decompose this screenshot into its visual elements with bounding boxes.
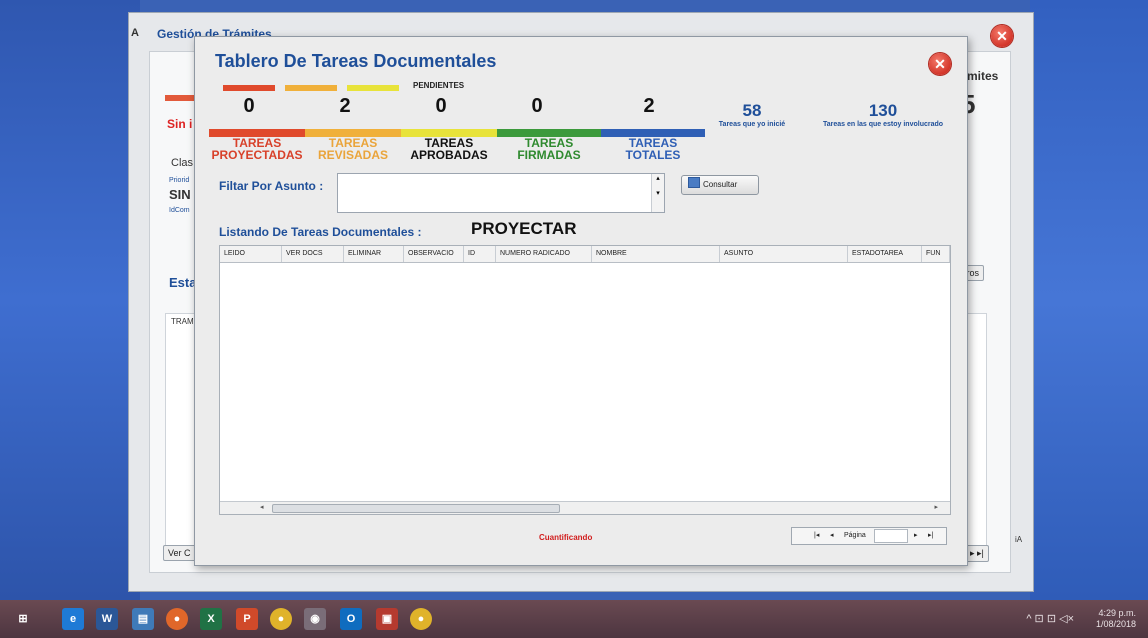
- filter-scrollbar[interactable]: ▴ ▾: [651, 174, 664, 212]
- pager-last-button[interactable]: ▸|: [928, 528, 933, 544]
- tasks-grid[interactable]: LEIDO VER DOCS ELIMINAR OBSERVACIO ID NU…: [219, 245, 951, 515]
- pending-bar-orange: [285, 85, 337, 91]
- back-frag-clas: Clas: [171, 157, 194, 169]
- col-eliminar[interactable]: ELIMINAR: [344, 246, 404, 262]
- desktop-background-left: [0, 0, 140, 600]
- counter-totales: 2: [643, 95, 655, 117]
- task-dashboard-modal: Tablero De Tareas Documentales ✕ PENDIEN…: [194, 36, 968, 566]
- back-pager-next-button[interactable]: ▸ ▸|: [965, 545, 989, 562]
- col-id[interactable]: ID: [464, 246, 496, 262]
- label-totales[interactable]: TAREAS TOTALES: [605, 137, 701, 161]
- scroll-thumb[interactable]: [272, 504, 560, 513]
- pager-prev-button[interactable]: ◂: [830, 528, 834, 544]
- col-leido[interactable]: LEIDO: [220, 246, 282, 262]
- consultar-button[interactable]: Consultar: [681, 175, 759, 195]
- pending-bar-yellow: [347, 85, 399, 91]
- filter-label: Filtar Por Asunto :: [219, 179, 324, 193]
- col-asunto[interactable]: ASUNTO: [720, 246, 848, 262]
- label-aprobadas[interactable]: TAREAS APROBADAS: [401, 137, 497, 161]
- excel-icon[interactable]: X: [200, 608, 222, 630]
- col-fun[interactable]: FUN: [922, 246, 950, 262]
- back-ver-button[interactable]: Ver C: [163, 545, 196, 561]
- back-frag-esta: Esta: [169, 275, 197, 290]
- back-frag-ia: iA: [1015, 535, 1023, 544]
- taskbar: ⊞ e W ▤ ● X P ● ◉ O ▣ ● ^ ⊡ ⊡ ◁× 4:29 p.…: [0, 600, 1148, 638]
- pending-label: PENDIENTES: [413, 81, 465, 90]
- label-firmadas[interactable]: TAREAS FIRMADAS: [501, 137, 597, 161]
- back-window-strip: [165, 95, 195, 101]
- label-aprobadas-line2: APROBADAS: [410, 148, 488, 162]
- grid-horizontal-scrollbar[interactable]: ◂ ▸: [220, 501, 950, 514]
- col-nombre[interactable]: NOMBRE: [592, 246, 720, 262]
- word-icon[interactable]: W: [96, 608, 118, 630]
- firefox-icon[interactable]: ●: [166, 608, 188, 630]
- clock-time: 4:29 p.m.: [1098, 608, 1136, 618]
- back-frag-tram: TRAM: [171, 317, 194, 326]
- windows-start-icon[interactable]: ⊞: [12, 608, 34, 630]
- pager-first-button[interactable]: |◂: [814, 528, 819, 544]
- stat-involved[interactable]: 130 Tareas en las que estoy involucrado: [809, 101, 957, 128]
- stat-initiated-caption: Tareas que yo inicié: [718, 121, 786, 128]
- scroll-left-icon[interactable]: ◂: [260, 502, 264, 514]
- col-numero-radicado[interactable]: NUMERO RADICADO: [496, 246, 592, 262]
- system-tray-icons[interactable]: ^ ⊡ ⊡ ◁×: [1026, 612, 1074, 625]
- clock-date: 1/08/2018: [1095, 619, 1136, 629]
- outlook-icon[interactable]: O: [340, 608, 362, 630]
- status-text: Cuantificando: [539, 533, 593, 542]
- col-observacion[interactable]: OBSERVACIO: [404, 246, 464, 262]
- chrome-icon[interactable]: ●: [270, 608, 292, 630]
- pending-bar-red: [223, 85, 275, 91]
- stat-initiated-value: 58: [742, 101, 762, 120]
- stat-involved-value: 130: [868, 101, 898, 120]
- back-frag-sin: Sin i: [167, 117, 193, 131]
- back-frag-mites: mites: [967, 69, 999, 83]
- chrome-second-icon[interactable]: ●: [410, 608, 432, 630]
- back-frag-prioridad: Priorid: [169, 177, 190, 184]
- grid-header: LEIDO VER DOCS ELIMINAR OBSERVACIO ID NU…: [220, 246, 950, 263]
- search-icon: [688, 177, 700, 188]
- filter-subject-input[interactable]: ▴ ▾: [337, 173, 665, 213]
- label-totales-line2: TOTALES: [625, 148, 681, 162]
- desktop-background-right: [1030, 0, 1148, 600]
- modal-title: Tablero De Tareas Documentales: [215, 51, 497, 71]
- stat-initiated[interactable]: 58 Tareas que yo inicié: [711, 101, 793, 128]
- internet-explorer-icon[interactable]: e: [62, 608, 84, 630]
- label-firmadas-line2: FIRMADAS: [517, 148, 581, 162]
- label-proyectadas-line2: PROYECTADAS: [211, 148, 303, 162]
- col-estadotarea[interactable]: ESTADOTAREA: [848, 246, 922, 262]
- pager-next-button[interactable]: ▸: [914, 528, 918, 544]
- counter-revisadas: 2: [339, 95, 351, 117]
- label-revisadas-line2: REVISADAS: [317, 148, 388, 162]
- consultar-label: Consultar: [703, 180, 738, 189]
- file-explorer-icon[interactable]: ▤: [132, 608, 154, 630]
- pager: |◂ ◂ Página ▸ ▸|: [791, 527, 947, 545]
- scroll-right-icon[interactable]: ▸: [934, 502, 938, 514]
- back-frag-idcom: IdCom: [169, 207, 190, 214]
- back-window-edge-label: A: [131, 27, 139, 39]
- back-frag-sin2: SIN: [169, 187, 191, 202]
- stat-involved-caption: Tareas en las que estoy involucrado: [822, 121, 944, 128]
- label-proyectadas[interactable]: TAREAS PROYECTADAS: [209, 137, 305, 161]
- back-window-close-icon[interactable]: ✕: [991, 25, 1013, 47]
- label-revisadas[interactable]: TAREAS REVISADAS: [305, 137, 401, 161]
- counter-aprobadas: 0: [435, 95, 447, 117]
- mode-label: PROYECTAR: [471, 219, 577, 238]
- user-app-icon[interactable]: ◉: [304, 608, 326, 630]
- list-label: Listando De Tareas Documentales :: [219, 225, 422, 239]
- pager-label: Página: [844, 532, 866, 539]
- close-icon[interactable]: ✕: [929, 53, 951, 75]
- pager-page-input[interactable]: [874, 529, 908, 543]
- counter-firmadas: 0: [531, 95, 543, 117]
- col-ver-docs[interactable]: VER DOCS: [282, 246, 344, 262]
- counter-proyectadas: 0: [243, 95, 255, 117]
- shield-app-icon[interactable]: ▣: [376, 608, 398, 630]
- powerpoint-icon[interactable]: P: [236, 608, 258, 630]
- clock[interactable]: 4:29 p.m. 1/08/2018: [1096, 608, 1136, 630]
